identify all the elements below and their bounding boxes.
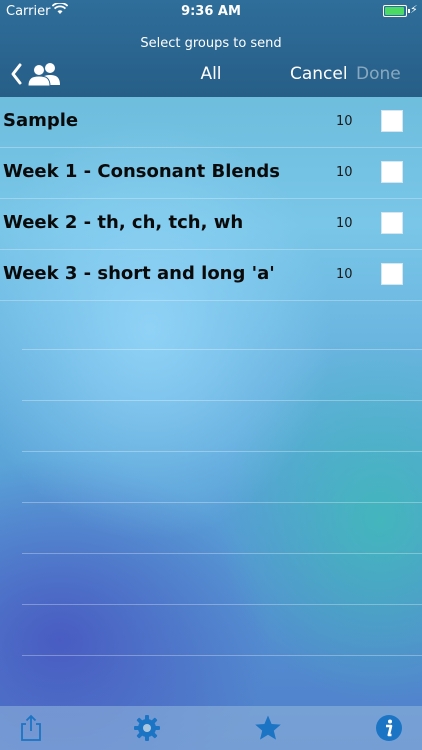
empty-row-divider — [22, 655, 422, 656]
group-checkbox[interactable] — [381, 263, 403, 285]
group-count: 10 — [336, 165, 353, 180]
group-count: 10 — [336, 114, 353, 129]
group-row-week-3[interactable]: Week 3 - short and long 'a' 10 — [0, 250, 422, 301]
gear-icon[interactable] — [133, 714, 161, 742]
header-subtitle: Select groups to send — [140, 36, 282, 51]
info-icon[interactable] — [375, 714, 403, 742]
group-row-sample[interactable]: Sample 10 — [0, 97, 422, 148]
group-checkbox[interactable] — [381, 110, 403, 132]
done-button[interactable]: Done — [356, 64, 401, 84]
empty-row-divider — [22, 451, 422, 452]
cancel-button[interactable]: Cancel — [290, 64, 348, 84]
star-icon[interactable] — [254, 714, 282, 742]
charging-icon: ⚡ — [410, 3, 418, 16]
group-list: Sample 10 Week 1 - Consonant Blends 10 W… — [0, 97, 422, 301]
group-row-week-2[interactable]: Week 2 - th, ch, tch, wh 10 — [0, 199, 422, 250]
status-time: 9:36 AM — [181, 4, 241, 19]
empty-row-divider — [22, 400, 422, 401]
group-checkbox[interactable] — [381, 161, 403, 183]
group-count: 10 — [336, 267, 353, 282]
empty-row-divider — [22, 349, 422, 350]
empty-row-divider — [22, 604, 422, 605]
bottom-toolbar — [0, 706, 422, 750]
group-name: Week 1 - Consonant Blends — [3, 161, 281, 182]
group-row-week-1[interactable]: Week 1 - Consonant Blends 10 — [0, 148, 422, 199]
empty-row-divider — [22, 553, 422, 554]
group-checkbox[interactable] — [381, 212, 403, 234]
battery-icon — [383, 5, 410, 17]
empty-row-divider — [22, 502, 422, 503]
group-name: Sample — [3, 110, 79, 131]
screen: Carrier 9:36 AM ⚡ Select groups to send — [0, 0, 422, 750]
status-bar: Carrier 9:36 AM ⚡ — [0, 0, 422, 22]
group-name: Week 3 - short and long 'a' — [3, 263, 275, 284]
group-name: Week 2 - th, ch, tch, wh — [3, 212, 244, 233]
group-count: 10 — [336, 216, 353, 231]
top-bar: Carrier 9:36 AM ⚡ Select groups to send — [0, 0, 422, 97]
share-icon[interactable] — [17, 714, 45, 742]
